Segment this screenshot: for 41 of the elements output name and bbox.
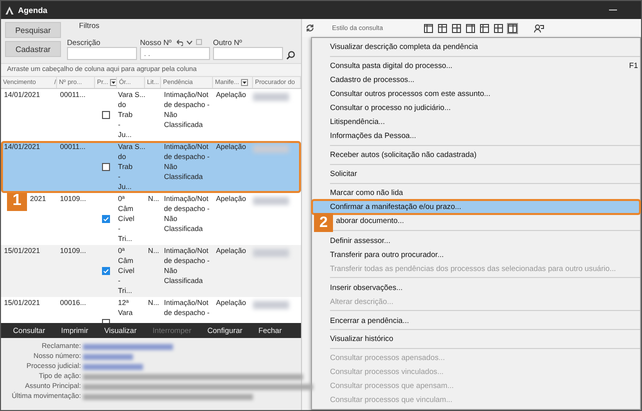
app-icon bbox=[5, 6, 14, 14]
filter-button[interactable]: Cadastrar bbox=[5, 41, 61, 57]
view-style-button[interactable] bbox=[478, 22, 490, 34]
step-badge: 1 bbox=[7, 191, 27, 211]
step-badge: 2 bbox=[314, 212, 333, 232]
blurred-value bbox=[253, 301, 289, 309]
input-field[interactable] bbox=[213, 47, 283, 60]
view-style-button[interactable] bbox=[506, 22, 518, 34]
chevron-down-icon bbox=[186, 40, 192, 44]
layout-icon bbox=[508, 24, 517, 32]
blurred-value bbox=[83, 354, 133, 360]
checkbox[interactable] bbox=[102, 215, 110, 223]
blurred-value bbox=[253, 197, 289, 205]
checkbox[interactable] bbox=[102, 111, 110, 119]
dropdown-icon[interactable] bbox=[110, 79, 116, 86]
layout-icon bbox=[494, 24, 503, 32]
blurred-value bbox=[253, 93, 289, 101]
view-style-button[interactable] bbox=[492, 22, 504, 34]
search-icon[interactable] bbox=[286, 51, 295, 60]
view-style-button[interactable] bbox=[422, 22, 434, 34]
layout-icon bbox=[466, 24, 475, 32]
layout-icon bbox=[424, 24, 433, 32]
dropdown-icon[interactable] bbox=[241, 79, 248, 86]
input-field[interactable] bbox=[67, 47, 137, 60]
minimize-icon[interactable] bbox=[609, 9, 617, 11]
view-style-button[interactable] bbox=[450, 22, 462, 34]
view-style-button[interactable] bbox=[436, 22, 448, 34]
people-icon[interactable] bbox=[534, 24, 544, 32]
checkbox[interactable] bbox=[102, 163, 110, 171]
filter-button[interactable]: Pesquisar bbox=[5, 22, 61, 38]
square-icon bbox=[196, 39, 202, 45]
blurred-value bbox=[253, 249, 289, 257]
refresh-icon[interactable] bbox=[306, 24, 314, 32]
view-style-button[interactable] bbox=[464, 22, 476, 34]
layout-icon bbox=[452, 24, 461, 32]
blurred-value bbox=[83, 364, 143, 370]
checkbox[interactable] bbox=[102, 267, 110, 275]
layout-icon bbox=[480, 24, 489, 32]
window-title: Agenda bbox=[18, 6, 48, 14]
blurred-value bbox=[253, 145, 289, 153]
layout-icon bbox=[438, 24, 447, 32]
